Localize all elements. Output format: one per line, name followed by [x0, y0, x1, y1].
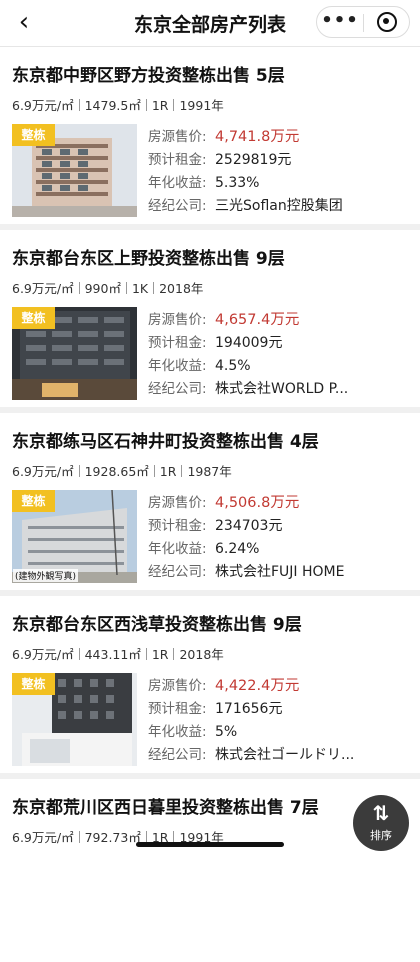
price-label: 房源售价: [148, 678, 207, 694]
rent-label: 预计租金: [148, 518, 207, 534]
agent-label: 经纪公司: [148, 381, 207, 397]
listing-price: 4,422.4万元 [215, 678, 300, 694]
listing-title: 东京都练马区石神井町投资整栋出售 4层 [12, 432, 319, 452]
meta-unit-price: 6.9万元/㎡ [12, 281, 74, 296]
listing-agent: 株式会社FUJI HOME [215, 564, 345, 580]
listing-info: 房源售价: 4,506.8万元 预计租金: 234703元 年化收益: 6.24% 经… [148, 493, 344, 585]
meta-year: 1991年 [179, 98, 224, 113]
meta-unit-price: 6.9万元/㎡ [12, 464, 74, 479]
listing-info: 房源售价: 4,422.4万元 预计租金: 171656元 年化收益: 5% 经纪公司… [148, 676, 354, 768]
rent-label: 预计租金: [148, 335, 207, 351]
meta-unit-price: 6.9万元/㎡ [12, 830, 74, 845]
meta-unit-price: 6.9万元/㎡ [12, 98, 74, 113]
sort-button[interactable]: ⇅ 排序 [353, 795, 409, 851]
listing-rent: 234703元 [215, 518, 283, 534]
listing-meta: 6.9万元/㎡ 443.11㎡ 1R 2018年 [12, 644, 224, 663]
listing-agent: 株式会社ゴールドリ... [215, 747, 355, 763]
listing-agent: 三光Soflan控股集团 [215, 198, 343, 214]
listing-meta: 6.9万元/㎡ 1479.5㎡ 1R 1991年 [12, 95, 224, 114]
listing-meta: 6.9万元/㎡ 1928.65㎡ 1R 1987年 [12, 461, 232, 480]
listing-rent: 194009元 [215, 335, 283, 351]
image-caption: (建物外観写真) [13, 569, 79, 582]
meta-area: 792.73㎡ [84, 830, 141, 845]
mini-program-capsule: ••• [316, 6, 410, 38]
listing-yield: 5.33% [215, 175, 260, 191]
nav-bar: ‹ 东京全部房产列表 ••• [0, 0, 420, 47]
listing-yield: 4.5% [215, 358, 251, 374]
listing-title: 东京都荒川区西日暮里投资整栋出售 7层 [12, 798, 319, 818]
agent-label: 经纪公司: [148, 198, 207, 214]
whole-building-tag: 整栋 [12, 307, 55, 329]
meta-layout: 1R [151, 98, 169, 113]
home-indicator [136, 842, 284, 847]
listing-photo[interactable]: 整栋 [12, 124, 137, 217]
listing-rent: 171656元 [215, 701, 283, 717]
meta-year: 1987年 [187, 464, 232, 479]
listing-card[interactable]: 东京都练马区石神井町投资整栋出售 4层 6.9万元/㎡ 1928.65㎡ 1R 198… [0, 413, 420, 596]
meta-layout: 1K [131, 281, 149, 296]
yield-label: 年化收益: [148, 724, 207, 740]
meta-area: 443.11㎡ [84, 647, 141, 662]
listing-card[interactable]: 东京都中野区野方投资整栋出售 5层 6.9万元/㎡ 1479.5㎡ 1R 1991年 … [0, 47, 420, 230]
sort-arrows-icon: ⇅ [372, 801, 390, 825]
rent-label: 预计租金: [148, 152, 207, 168]
meta-year: 2018年 [159, 281, 204, 296]
listing-price: 4,741.8万元 [215, 129, 300, 145]
listing-price: 4,506.8万元 [215, 495, 300, 511]
whole-building-tag: 整栋 [12, 673, 55, 695]
meta-area: 1479.5㎡ [84, 98, 141, 113]
agent-label: 经纪公司: [148, 747, 207, 763]
sort-label: 排序 [370, 829, 392, 842]
close-target-icon[interactable] [364, 7, 410, 37]
listing-photo[interactable]: 整栋 [12, 673, 137, 766]
listing-rent: 2529819元 [215, 152, 292, 168]
yield-label: 年化收益: [148, 358, 207, 374]
listing-meta: 6.9万元/㎡ 990㎡ 1K 2018年 [12, 278, 203, 297]
rent-label: 预计租金: [148, 701, 207, 717]
whole-building-tag: 整栋 [12, 490, 55, 512]
listing-info: 房源售价: 4,657.4万元 预计租金: 194009元 年化收益: 4.5% 经纪… [148, 310, 348, 402]
price-label: 房源售价: [148, 312, 207, 328]
listing-card[interactable]: 东京都台东区上野投资整栋出售 9层 6.9万元/㎡ 990㎡ 1K 2018年 整栋 … [0, 230, 420, 413]
meta-layout: 1R [159, 464, 177, 479]
listing-yield: 5% [215, 724, 238, 740]
meta-layout: 1R [151, 647, 169, 662]
meta-unit-price: 6.9万元/㎡ [12, 647, 74, 662]
meta-area: 990㎡ [84, 281, 121, 296]
listing-card[interactable]: 东京都台东区西浅草投资整栋出售 9层 6.9万元/㎡ 443.11㎡ 1R 2018年… [0, 596, 420, 779]
listing-photo[interactable]: 整栋 (建物外観写真) [12, 490, 137, 583]
listing-title: 东京都台东区西浅草投资整栋出售 9层 [12, 615, 302, 635]
meta-area: 1928.65㎡ [84, 464, 149, 479]
listing-title: 东京都中野区野方投资整栋出售 5层 [12, 66, 285, 86]
listing-yield: 6.24% [215, 541, 260, 557]
yield-label: 年化收益: [148, 541, 207, 557]
agent-label: 经纪公司: [148, 564, 207, 580]
price-label: 房源售价: [148, 495, 207, 511]
listing-agent: 株式会社WORLD P... [215, 381, 349, 397]
listing-info: 房源售价: 4,741.8万元 预计租金: 2529819元 年化收益: 5.33% … [148, 127, 343, 219]
listing-title: 东京都台东区上野投资整栋出售 9层 [12, 249, 285, 269]
listing-photo[interactable]: 整栋 [12, 307, 137, 400]
listing-price: 4,657.4万元 [215, 312, 300, 328]
more-icon[interactable]: ••• [317, 7, 363, 37]
price-label: 房源售价: [148, 129, 207, 145]
whole-building-tag: 整栋 [12, 124, 55, 146]
yield-label: 年化收益: [148, 175, 207, 191]
meta-year: 2018年 [179, 647, 224, 662]
